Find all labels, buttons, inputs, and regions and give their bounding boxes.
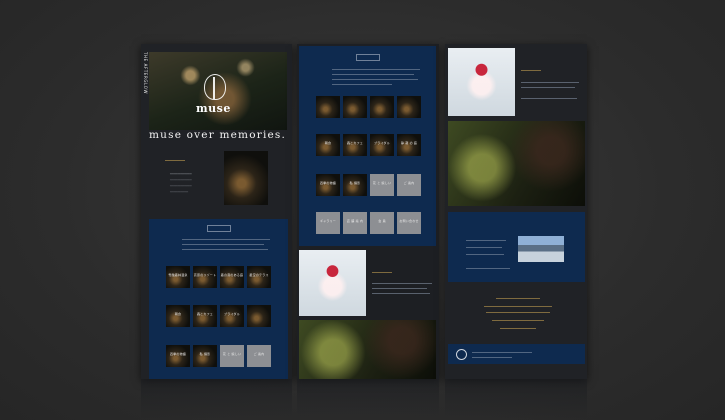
vertical-tagline: THE AFTERGLOW (143, 52, 148, 95)
text-line (182, 244, 264, 245)
intro-text: ━━━━━━━━━━━━ (170, 184, 192, 188)
text-line (332, 69, 420, 70)
text-line (372, 288, 427, 289)
gallery-thumb[interactable]: ブライダル (370, 134, 394, 156)
gallery-thumb[interactable]: ご 案内 (397, 174, 421, 196)
gallery-thumb[interactable]: お問い合わせ (397, 212, 421, 234)
text-line (372, 283, 432, 284)
divider (521, 70, 541, 71)
gallery-thumb[interactable]: ブライダル (220, 305, 244, 327)
text-line (332, 74, 414, 75)
divider (372, 272, 392, 273)
brand-logo: muse (196, 102, 231, 115)
garden-photo (299, 320, 436, 379)
contact-line (492, 320, 544, 321)
footer-text (472, 352, 532, 353)
gallery-thumb[interactable]: 朝食 (316, 134, 340, 156)
gallery-thumb[interactable]: ご 案内 (247, 345, 271, 367)
presentation-stage: THE AFTERGLOW muse muse over memories. ━… (0, 0, 725, 420)
logo-tree-icon (204, 74, 226, 100)
text-line (332, 84, 392, 85)
gallery-thumb[interactable]: 朝食 (166, 305, 190, 327)
footer-text (472, 357, 512, 358)
contact-line (500, 328, 536, 329)
gallery-thumb[interactable]: 森とカフェ (343, 134, 367, 156)
contact-line (486, 312, 550, 313)
text-line (332, 79, 418, 80)
gallery-thumb[interactable]: 店 舗 案 内 (343, 212, 367, 234)
footer-bar (448, 344, 585, 364)
gallery-thumb[interactable]: ギャラリー (316, 212, 340, 234)
text-line (521, 82, 579, 83)
section-tag (207, 225, 231, 232)
restaurant-photo (224, 151, 268, 205)
gallery-thumb[interactable] (247, 305, 271, 327)
intro-text: ━━━━━━━━━━━━ (170, 172, 192, 176)
contact-line (484, 306, 552, 307)
gallery-thumb[interactable]: 高原のリゾート (193, 266, 217, 288)
gallery-thumb[interactable]: 四季の物語 (166, 345, 190, 367)
contact-line (496, 298, 540, 299)
reflection (445, 379, 587, 419)
text-line (372, 293, 430, 294)
gallery-thumb[interactable]: 星空のテラス (247, 266, 271, 288)
garden-photo (448, 121, 585, 206)
gallery-thumb[interactable]: 花 と 嬉しい (220, 345, 244, 367)
info-line (466, 254, 504, 255)
gallery-thumb[interactable] (316, 96, 340, 118)
info-line (466, 240, 506, 241)
gallery-thumb[interactable]: 花 と 嬉しい (370, 174, 394, 196)
gallery-thumb[interactable]: 雪融森林温泉 (166, 266, 190, 288)
text-line (182, 239, 270, 240)
section-tag (356, 54, 380, 61)
hero-headline: muse over memories. (149, 129, 287, 141)
gallery-thumb[interactable] (370, 96, 394, 118)
gallery-thumb[interactable]: 私 撮影 (343, 174, 367, 196)
info-line (466, 268, 510, 269)
intro-text: ━━━━━━━━━━━━ (170, 178, 192, 182)
dessert-photo (448, 48, 515, 116)
gallery-thumb[interactable]: 森の音のある庭 (220, 266, 244, 288)
text-line (521, 98, 577, 99)
text-line (521, 87, 575, 88)
gallery-thumb[interactable]: 四季の物語 (316, 174, 340, 196)
gallery-thumb[interactable] (397, 96, 421, 118)
gallery-thumb[interactable]: 森とカフェ (193, 305, 217, 327)
text-line (182, 249, 268, 250)
reflection (297, 379, 439, 419)
gallery-thumb[interactable]: 会 員 (370, 212, 394, 234)
info-line (466, 247, 502, 248)
gallery-thumb[interactable]: 静 寂 の 庭 (397, 134, 421, 156)
dessert-photo (299, 250, 366, 316)
gallery-thumb[interactable]: 私 撮影 (193, 345, 217, 367)
footer-logo-icon (456, 349, 467, 360)
divider (165, 160, 185, 161)
gallery-thumb[interactable] (343, 96, 367, 118)
city-photo (518, 236, 564, 262)
intro-text: ━━━━━━━━━━ (170, 190, 189, 194)
reflection (141, 379, 292, 419)
